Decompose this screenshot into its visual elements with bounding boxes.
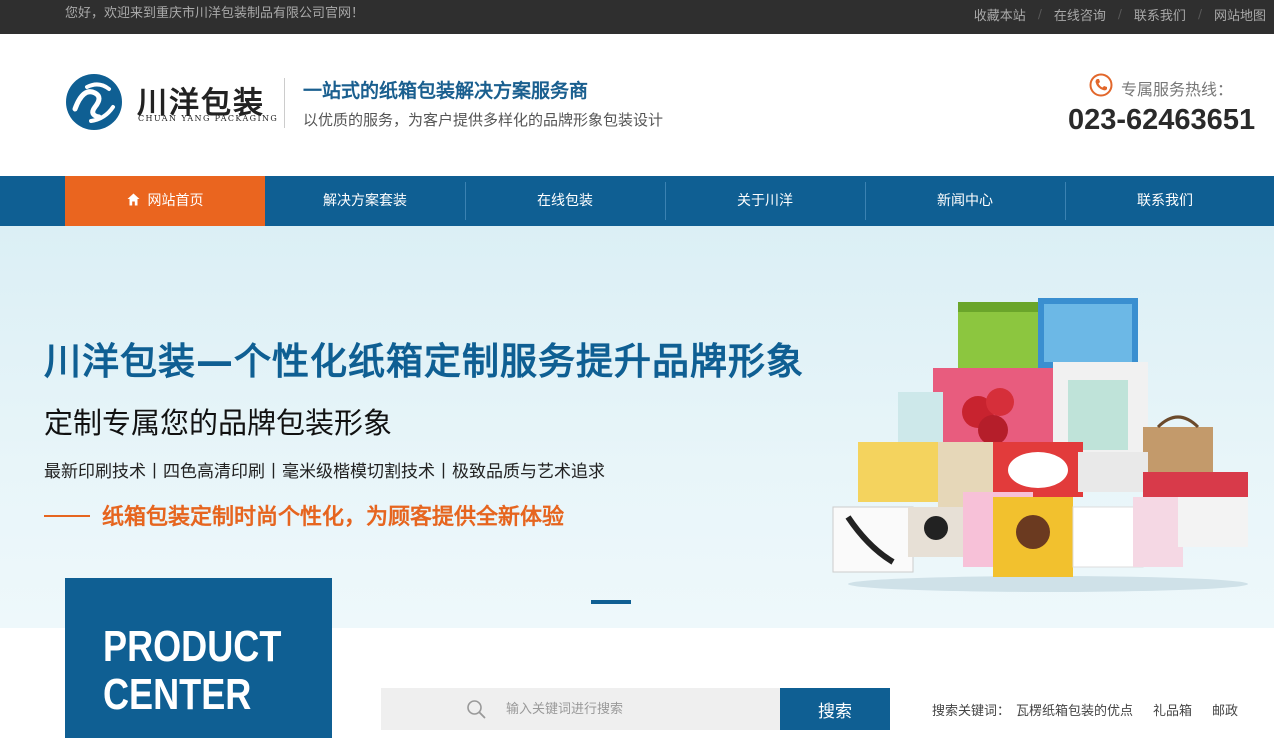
- logo-subtext: CHUAN YANG PACKAGING: [138, 114, 279, 123]
- welcome-text: 您好，欢迎来到重庆市川洋包装制品有限公司官网！: [65, 6, 365, 21]
- nav-label: 解决方案套装: [323, 193, 407, 209]
- keyword-link[interactable]: 瓦楞纸箱包装的优点: [1016, 704, 1133, 719]
- bookmark-link[interactable]: 收藏本站: [974, 5, 1026, 24]
- main-nav: 网站首页 解决方案套装 在线包装 关于川洋 新闻中心 联系我们: [0, 176, 1274, 226]
- nav-label: 关于川洋: [737, 193, 793, 209]
- nav-item-solutions[interactable]: 解决方案套装: [265, 176, 466, 226]
- nav-label: 新闻中心: [937, 193, 993, 209]
- slider-indicator[interactable]: [591, 600, 631, 604]
- tagline-dash: [44, 515, 90, 517]
- nav-label: 在线包装: [537, 193, 593, 209]
- banner-features: 最新印刷技术丨四色高清印刷丨毫米级楷模切割技术丨极致品质与艺术追求: [44, 462, 605, 482]
- nav-item-about[interactable]: 关于川洋: [665, 176, 866, 226]
- nav-item-contact[interactable]: 联系我们: [1065, 176, 1265, 226]
- product-center-block: PRODUCT CENTER: [65, 578, 332, 738]
- header-subslogan: 以优质的服务，为客户提供多样化的品牌形象包装设计: [303, 111, 664, 129]
- hotline-label: 专属服务热线：: [1121, 80, 1234, 99]
- phone-icon: [1089, 73, 1113, 97]
- banner-tagline-text: 纸箱包装定制时尚个性化，为顾客提供全新体验: [102, 505, 565, 530]
- nav-item-home[interactable]: 网站首页: [65, 176, 265, 226]
- top-bar: 您好，欢迎来到重庆市川洋包装制品有限公司官网！ 收藏本站 / 在线咨询 / 联系…: [0, 0, 1274, 34]
- banner-subtitle: 定制专属您的品牌包装形象: [44, 406, 393, 440]
- product-center-title-line2: CENTER: [103, 670, 252, 719]
- nav-label: 联系我们: [1137, 193, 1193, 209]
- search-button[interactable]: 搜索: [780, 688, 890, 730]
- keyword-link[interactable]: 邮政: [1212, 704, 1238, 719]
- nav-item-online-packaging[interactable]: 在线包装: [465, 176, 666, 226]
- packaging-boxes-image: [832, 298, 1248, 592]
- separator: /: [1037, 7, 1042, 21]
- header-slogan: 一站式的纸箱包装解决方案服务商: [303, 80, 589, 102]
- separator: /: [1117, 7, 1122, 21]
- home-icon: [127, 193, 139, 206]
- search-input[interactable]: [506, 693, 776, 725]
- hotline-number: 023-62463651: [1068, 104, 1256, 136]
- sitemap-link[interactable]: 网站地图: [1214, 5, 1266, 24]
- header-divider: [284, 78, 285, 128]
- site-header: 川洋包装 CHUAN YANG PACKAGING 一站式的纸箱包装解决方案服务…: [0, 34, 1274, 176]
- nav-label: 网站首页: [147, 193, 204, 209]
- keyword-link[interactable]: 礼品箱: [1153, 704, 1192, 719]
- hero-banner[interactable]: 川洋包装—个性化纸箱定制服务提升品牌形象 定制专属您的品牌包装形象 最新印刷技术…: [0, 226, 1274, 628]
- contact-link[interactable]: 联系我们: [1134, 5, 1186, 24]
- top-links: 收藏本站 / 在线咨询 / 联系我们 / 网站地图: [974, 0, 1266, 28]
- logo-icon[interactable]: [65, 73, 123, 131]
- search-keywords: 搜索关键词： 瓦楞纸箱包装的优点 礼品箱 邮政: [932, 700, 1258, 719]
- banner-tagline: 纸箱包装定制时尚个性化，为顾客提供全新体验: [44, 499, 564, 531]
- search-icon: [467, 700, 486, 719]
- keywords-label: 搜索关键词：: [932, 704, 1011, 719]
- product-center-title-line1: PRODUCT: [103, 622, 282, 671]
- online-consult-link[interactable]: 在线咨询: [1054, 5, 1106, 24]
- nav-item-news[interactable]: 新闻中心: [865, 176, 1066, 226]
- banner-title: 川洋包装—个性化纸箱定制服务提升品牌形象: [44, 340, 804, 383]
- separator: /: [1197, 7, 1202, 21]
